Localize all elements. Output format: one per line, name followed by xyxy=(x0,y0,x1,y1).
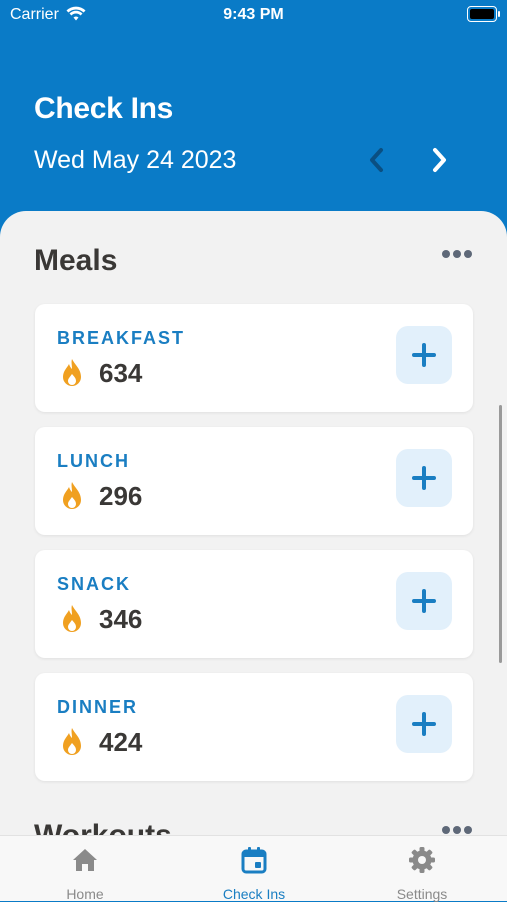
home-icon xyxy=(71,846,99,874)
meal-card-breakfast[interactable]: BREAKFAST 634 xyxy=(35,304,473,412)
plus-icon xyxy=(412,343,436,367)
add-snack-button[interactable] xyxy=(396,572,452,630)
more-dot-icon xyxy=(464,250,472,258)
gear-icon xyxy=(408,846,436,874)
next-day-button[interactable] xyxy=(425,143,455,177)
meal-card-dinner[interactable]: DINNER 424 xyxy=(35,673,473,781)
workouts-section-title: Workouts xyxy=(34,819,172,835)
page-title: Check Ins xyxy=(34,92,174,125)
clock: 9:43 PM xyxy=(223,6,284,23)
meal-label: BREAKFAST xyxy=(57,328,186,348)
flame-icon xyxy=(63,728,81,755)
more-dot-icon xyxy=(453,826,461,834)
status-bar: Carrier 9:43 PM xyxy=(0,0,507,34)
meal-card-snack[interactable]: SNACK 346 xyxy=(35,550,473,658)
calorie-count: 634 xyxy=(99,358,143,388)
flame-icon xyxy=(63,359,81,386)
more-dot-icon xyxy=(464,826,472,834)
plus-icon xyxy=(412,712,436,736)
meal-label: DINNER xyxy=(57,697,139,717)
calorie-count: 424 xyxy=(99,727,143,757)
meals-section-title: Meals xyxy=(34,244,118,277)
flame-icon xyxy=(63,605,81,632)
battery-icon xyxy=(467,6,500,22)
plus-icon xyxy=(412,589,436,613)
meals-more-button[interactable] xyxy=(442,248,476,260)
previous-day-button[interactable] xyxy=(361,143,391,177)
calendar-icon xyxy=(240,846,268,874)
meal-label: LUNCH xyxy=(57,451,130,471)
plus-icon xyxy=(412,466,436,490)
tab-settings[interactable]: Settings xyxy=(362,836,482,902)
current-date: Wed May 24 2023 xyxy=(34,146,237,174)
meal-card-lunch[interactable]: LUNCH 296 xyxy=(35,427,473,535)
chevron-left-icon xyxy=(370,148,383,172)
calorie-count: 346 xyxy=(99,604,143,634)
flame-icon xyxy=(63,482,81,509)
meal-label: SNACK xyxy=(57,574,132,594)
add-dinner-button[interactable] xyxy=(396,695,452,753)
more-dot-icon xyxy=(442,250,450,258)
more-dot-icon xyxy=(442,826,450,834)
tab-bar: Home Check Ins Settings xyxy=(0,835,507,902)
add-lunch-button[interactable] xyxy=(396,449,452,507)
tab-home[interactable]: Home xyxy=(25,836,145,902)
tab-check-ins[interactable]: Check Ins xyxy=(194,836,314,902)
content-sheet[interactable]: Meals BREAKFAST 634 LUNCH 296 SNACK 346 … xyxy=(0,211,507,835)
scrollbar[interactable] xyxy=(499,405,502,663)
add-breakfast-button[interactable] xyxy=(396,326,452,384)
calorie-count: 296 xyxy=(99,481,143,511)
workouts-more-button[interactable] xyxy=(442,824,476,835)
chevron-right-icon xyxy=(433,148,446,172)
more-dot-icon xyxy=(453,250,461,258)
